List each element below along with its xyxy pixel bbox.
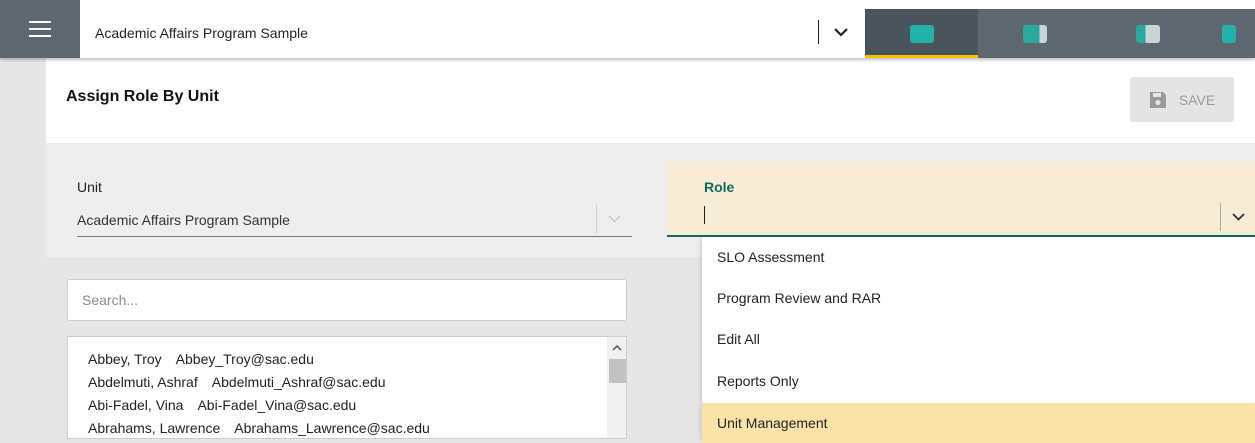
- unit-select-value[interactable]: Academic Affairs Program Sample: [77, 212, 290, 228]
- program-selector-label[interactable]: Academic Affairs Program Sample: [95, 0, 308, 58]
- page-header: Assign Role By Unit SAVE: [46, 58, 1255, 143]
- user-name: Abbey, Troy: [88, 351, 162, 367]
- role-label: Role: [704, 179, 735, 195]
- module-icon: [1135, 24, 1160, 43]
- user-email: Abdelmuti_Ashraf@sac.edu: [211, 374, 386, 390]
- tab-4[interactable]: [1204, 9, 1255, 58]
- role-option-edit-all[interactable]: Edit All: [702, 319, 1255, 359]
- save-icon: [1149, 91, 1166, 108]
- unit-chevron-down-icon[interactable]: [596, 205, 632, 233]
- unit-label: Unit: [77, 179, 102, 195]
- list-item[interactable]: Abrahams, Lawrence Abrahams_Lawrence@sac.…: [88, 420, 430, 436]
- page-title: Assign Role By Unit: [66, 88, 219, 105]
- role-option-slo-assessment[interactable]: SLO Assessment: [702, 237, 1255, 277]
- list-item[interactable]: Abbey, Troy Abbey_Troy@sac.edu: [88, 351, 314, 367]
- module-icon: [909, 24, 934, 43]
- user-email: Abi-Fadel_Vina@sac.edu: [197, 397, 357, 413]
- save-button[interactable]: SAVE: [1130, 77, 1234, 122]
- unit-field-underline: [77, 236, 632, 237]
- search-input[interactable]: [67, 279, 627, 321]
- role-field[interactable]: Role: [667, 161, 1255, 237]
- module-tabs: [865, 9, 1255, 58]
- list-scrollbar[interactable]: [607, 337, 626, 438]
- module-icon: [1222, 24, 1236, 43]
- role-chevron-down-icon[interactable]: [1220, 203, 1255, 231]
- module-icon: [1022, 24, 1047, 43]
- user-email: Abrahams_Lawrence@sac.edu: [234, 420, 430, 436]
- tab-1[interactable]: [865, 9, 978, 58]
- tab-2[interactable]: [978, 9, 1091, 58]
- role-option-reports-only[interactable]: Reports Only: [702, 361, 1255, 401]
- user-name: Abdelmuti, Ashraf: [88, 374, 198, 390]
- role-option-program-review[interactable]: Program Review and RAR: [702, 278, 1255, 318]
- scroll-thumb[interactable]: [609, 359, 626, 383]
- hamburger-icon: [29, 21, 51, 37]
- user-list: Abbey, Troy Abbey_Troy@sac.edu Abdelmuti,…: [67, 336, 627, 439]
- menu-button[interactable]: [0, 0, 80, 58]
- program-selector-chevron-icon[interactable]: [818, 20, 863, 44]
- list-item[interactable]: Abi-Fadel, Vina Abi-Fadel_Vina@sac.edu: [88, 397, 356, 413]
- list-item[interactable]: Abdelmuti, Ashraf Abdelmuti_Ashraf@sac.ed…: [88, 374, 385, 390]
- user-name: Abi-Fadel, Vina: [88, 397, 184, 413]
- scroll-up-icon[interactable]: [607, 341, 626, 355]
- save-label: SAVE: [1178, 91, 1216, 108]
- role-input-caret[interactable]: [704, 206, 705, 224]
- user-name: Abrahams, Lawrence: [88, 420, 221, 436]
- role-option-unit-management[interactable]: Unit Management: [702, 403, 1255, 443]
- user-email: Abbey_Troy@sac.edu: [175, 351, 314, 367]
- role-dropdown-menu: SLO Assessment Program Review and RAR Ed…: [702, 237, 1255, 443]
- tab-3[interactable]: [1091, 9, 1204, 58]
- top-bar: Academic Affairs Program Sample: [0, 0, 1255, 58]
